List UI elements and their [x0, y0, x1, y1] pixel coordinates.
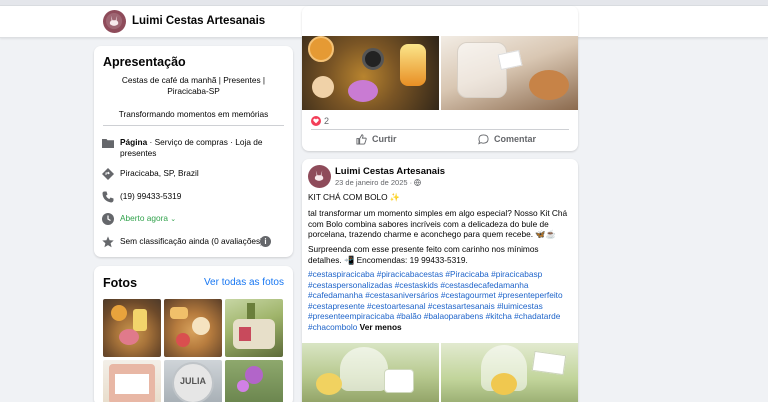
comment-icon [478, 133, 489, 144]
like-label: Curtir [372, 134, 397, 144]
post2-author-name[interactable]: Luimi Cestas Artesanais [335, 166, 445, 177]
post-card-1: 2 Curtir Comentar [302, 6, 578, 151]
intro-title: Apresentação [103, 55, 186, 69]
like-button[interactable]: Curtir [356, 132, 397, 146]
photos-card: Fotos Ver todas as fotos JULIA [94, 266, 293, 402]
photo-thumb-2[interactable] [164, 299, 222, 357]
comment-label: Comentar [494, 134, 537, 144]
hours-status: Aberto agora [120, 213, 168, 223]
clock-icon [102, 213, 114, 225]
post2-date-text: 23 de janeiro de 2025 · [335, 178, 413, 187]
post2-image-left[interactable] [302, 343, 439, 402]
intro-tagline: Transformando momentos em memórias [118, 109, 269, 119]
post2-hashtags[interactable]: #cestaspiracicaba #piracicabacestas #Pir… [308, 269, 563, 332]
star-icon [102, 236, 114, 248]
photo-thumb-4[interactable] [103, 360, 161, 402]
photos-title: Fotos [103, 276, 138, 290]
photo-thumb-5[interactable]: JULIA [164, 360, 222, 402]
thumbs-up-icon [356, 133, 367, 145]
post1-image-right[interactable] [441, 36, 578, 110]
post1-image-left[interactable] [302, 36, 439, 110]
globe-icon [414, 179, 422, 186]
photo-thumb-1[interactable] [103, 299, 161, 357]
location-diamond-icon [102, 168, 114, 180]
heart-reaction-icon [311, 116, 321, 126]
comment-button[interactable]: Comentar [478, 132, 536, 146]
post2-paragraph-1: tal transformar um momento simples em al… [308, 208, 568, 240]
post2-date[interactable]: 23 de janeiro de 2025 · [335, 178, 422, 187]
folder-icon [102, 139, 114, 148]
post2-paragraph-2: Surpreenda com esse presente feito com c… [308, 244, 539, 265]
location-text: Piracicaba, SP, Brazil [120, 168, 199, 178]
phone-text: (19) 99433-5319 [120, 191, 182, 201]
phone-icon [102, 191, 114, 203]
bunny-logo-icon [106, 13, 123, 30]
chevron-down-icon[interactable]: ⌄ [170, 216, 176, 223]
page-avatar[interactable] [103, 10, 126, 33]
reaction-summary[interactable]: 2 [311, 116, 329, 126]
intro-card: Apresentação Cestas de café da manhã | P… [94, 46, 293, 257]
post2-image-right[interactable] [441, 343, 578, 402]
post1-divider [311, 129, 569, 130]
bunny-logo-icon [315, 170, 324, 182]
info-icon[interactable]: i [260, 236, 271, 247]
reaction-count: 2 [324, 116, 330, 126]
see-all-photos-link[interactable]: Ver todas as fotos [204, 277, 284, 288]
post2-headline: KIT CHÁ COM BOLO ✨ [308, 192, 401, 202]
intro-divider [103, 125, 284, 126]
category-label: Página [120, 137, 148, 147]
post-card-2: Luimi Cestas Artesanais 23 de janeiro de… [302, 159, 578, 402]
photo-thumb-3[interactable] [225, 299, 283, 357]
intro-bio: Cestas de café da manhã | Presentes | Pi… [121, 75, 266, 96]
photo-thumb-6[interactable] [225, 360, 283, 402]
see-less-link[interactable]: Ver menos [360, 322, 402, 332]
post2-hashtags-block: #cestaspiracicaba #piracicabacestas #Pir… [308, 269, 574, 333]
photo-thumb-text: JULIA [179, 376, 206, 386]
post2-author-avatar[interactable] [308, 165, 331, 188]
page-title[interactable]: Luimi Cestas Artesanais [132, 15, 265, 27]
